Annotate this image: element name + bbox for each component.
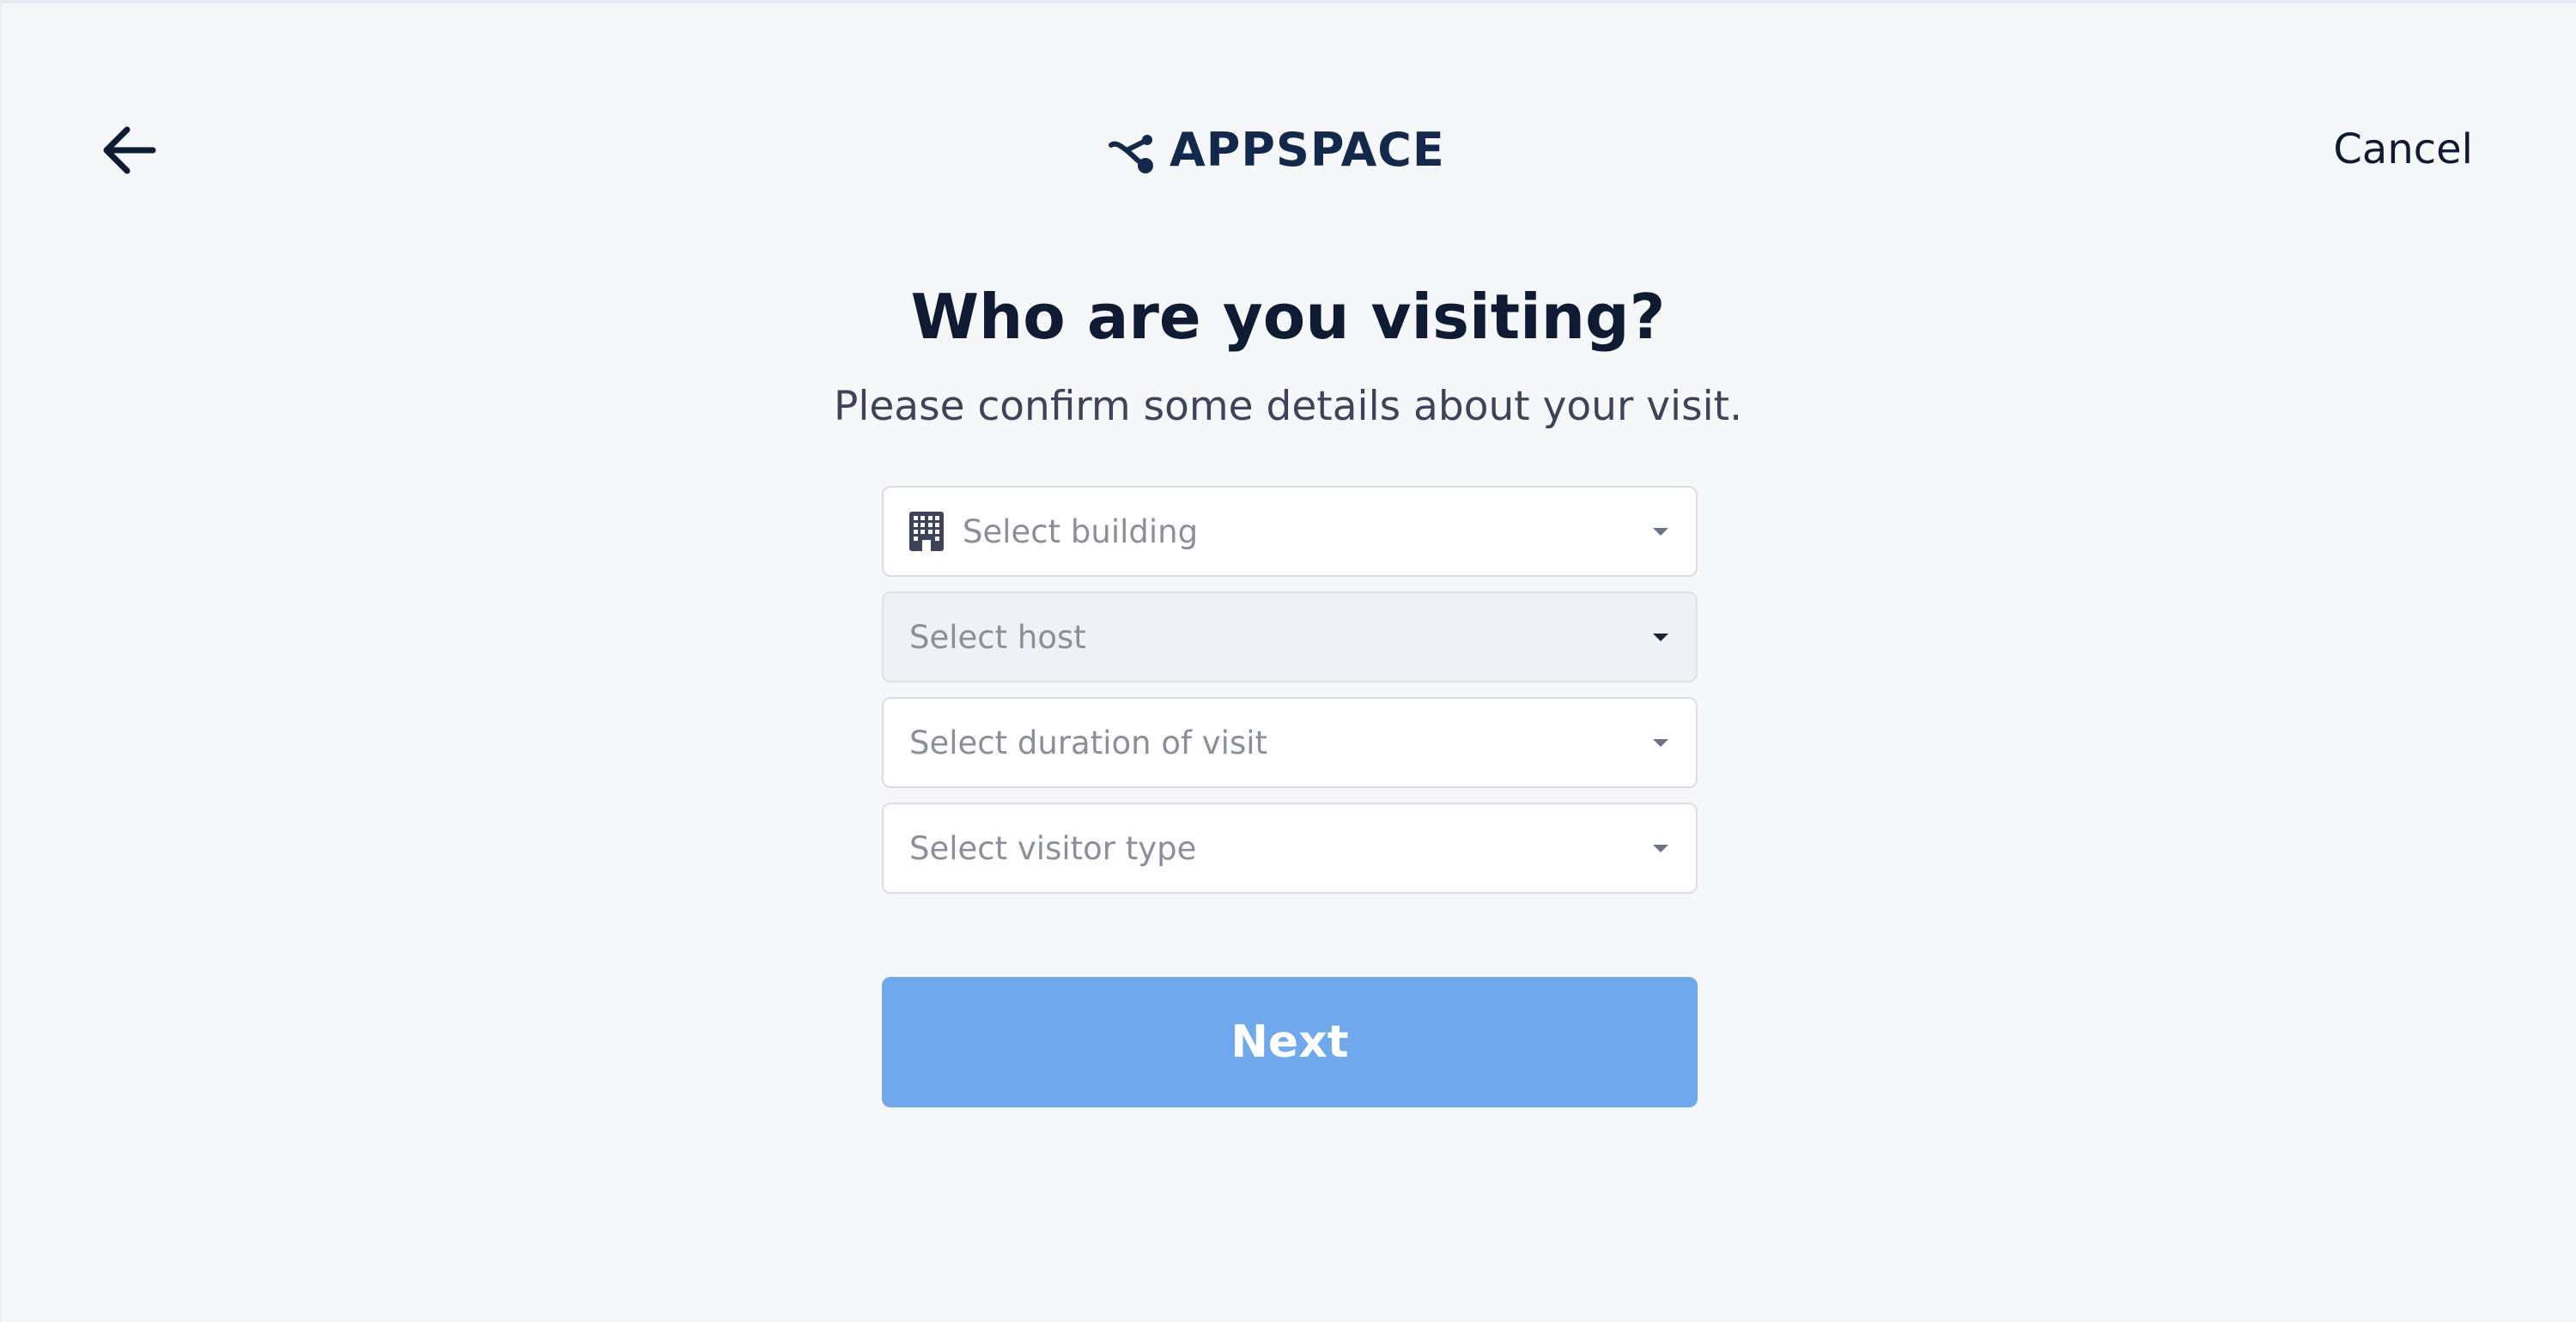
visitor-type-select[interactable]: Select visitor type: [882, 803, 1698, 894]
duration-select-placeholder: Select duration of visit: [909, 724, 1268, 761]
visitor-type-select-placeholder: Select visitor type: [909, 829, 1197, 867]
building-select-placeholder: Select building: [963, 512, 1199, 550]
chevron-down-icon: [1653, 845, 1668, 852]
host-select[interactable]: Select host: [882, 591, 1698, 682]
appspace-logo-mark-icon: [1109, 135, 1153, 173]
chevron-down-icon: [1653, 634, 1668, 641]
host-select-placeholder: Select host: [909, 618, 1086, 656]
chevron-down-icon: [1653, 739, 1668, 747]
visit-details-form: Select building Select host Select durat…: [882, 486, 1698, 908]
left-border: [0, 0, 2, 1322]
back-button[interactable]: [94, 120, 163, 180]
duration-select[interactable]: Select duration of visit: [882, 697, 1698, 788]
building-icon: [909, 512, 944, 551]
page-subtitle: Please confirm some details about your v…: [833, 383, 1743, 430]
top-border: [0, 0, 2576, 3]
logo-text: APPSPACE: [1170, 123, 1445, 177]
page-title: Who are you visiting?: [910, 281, 1666, 353]
arrow-left-icon: [103, 126, 156, 174]
appspace-logo: APPSPACE: [1108, 120, 1473, 180]
chevron-down-icon: [1653, 528, 1668, 536]
cancel-button[interactable]: Cancel: [2333, 118, 2473, 180]
next-button[interactable]: Next: [882, 977, 1698, 1107]
building-select[interactable]: Select building: [882, 486, 1698, 577]
